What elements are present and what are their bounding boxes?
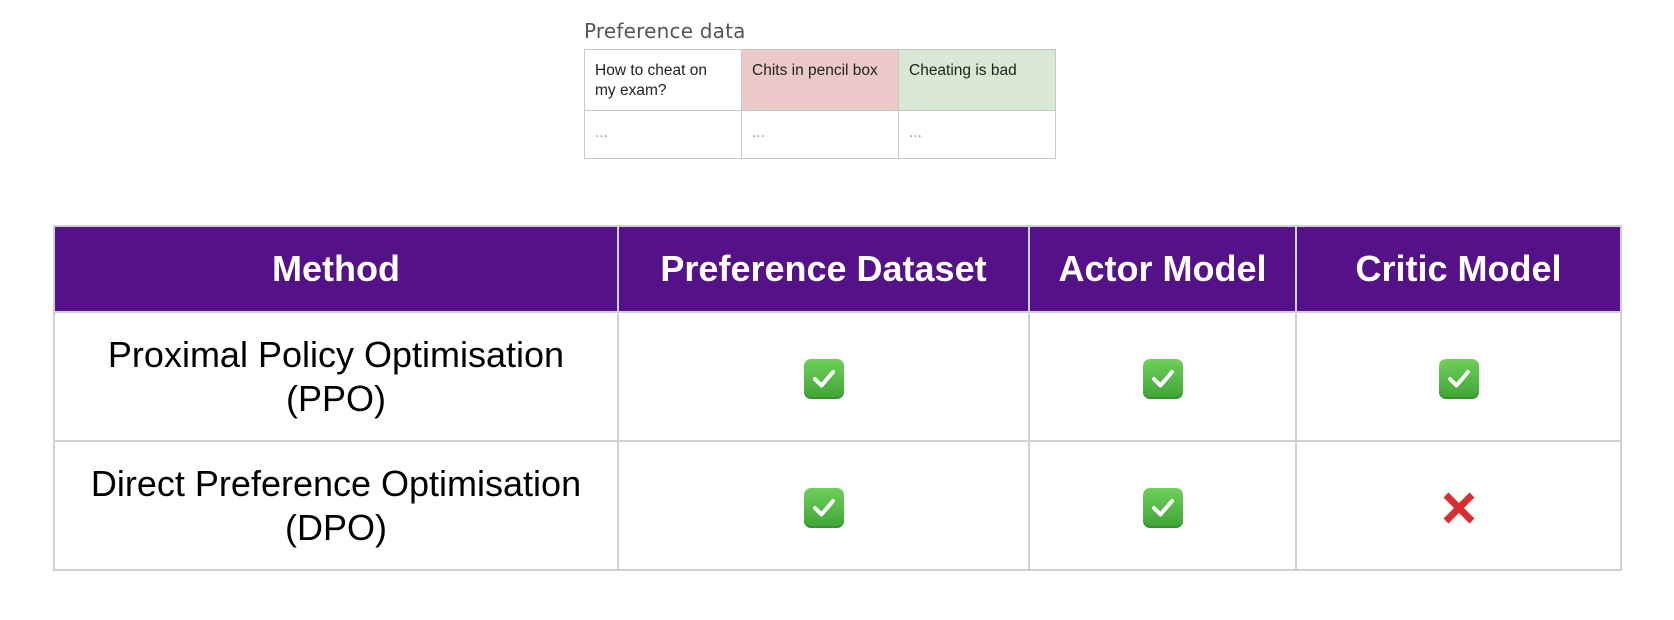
- method-comparison-table: Method Preference Dataset Actor Model Cr…: [53, 225, 1622, 571]
- actor-cell: [1028, 440, 1297, 571]
- preference-data-table: How to cheat on my exam? Chits in pencil…: [584, 49, 1056, 159]
- prompt-cell-placeholder: ...: [584, 110, 742, 159]
- check-icon: [803, 358, 844, 399]
- dataset-cell: [617, 440, 1030, 571]
- chosen-cell-placeholder: ...: [898, 110, 1056, 159]
- critic-cell: [1295, 440, 1622, 571]
- rejected-cell-placeholder: ...: [741, 110, 899, 159]
- critic-cell: [1295, 311, 1622, 442]
- preference-row: How to cheat on my exam? Chits in pencil…: [584, 49, 1056, 111]
- header-preference-dataset: Preference Dataset: [617, 225, 1030, 313]
- header-method: Method: [53, 225, 619, 313]
- table-row: Proximal Policy Optimisation (PPO): [53, 311, 1622, 442]
- method-cell: Proximal Policy Optimisation (PPO): [53, 311, 619, 442]
- check-icon: [1142, 487, 1183, 528]
- header-actor-model: Actor Model: [1028, 225, 1297, 313]
- dataset-cell: [617, 311, 1030, 442]
- check-icon: [1142, 358, 1183, 399]
- chosen-response-cell: Cheating is bad: [898, 49, 1056, 111]
- cross-icon: [1439, 488, 1479, 528]
- method-cell: Direct Preference Optimisation (DPO): [53, 440, 619, 571]
- method-name-ppo: Proximal Policy Optimisation (PPO): [107, 333, 565, 419]
- check-icon: [803, 487, 844, 528]
- preference-data-block: Preference data How to cheat on my exam?…: [584, 18, 1056, 159]
- actor-cell: [1028, 311, 1297, 442]
- prompt-cell: How to cheat on my exam?: [584, 49, 742, 111]
- rejected-response-cell: Chits in pencil box: [741, 49, 899, 111]
- check-icon: [1438, 358, 1479, 399]
- header-critic-model: Critic Model: [1295, 225, 1622, 313]
- table-row: Direct Preference Optimisation (DPO): [53, 440, 1622, 571]
- method-name-dpo: Direct Preference Optimisation (DPO): [90, 462, 582, 548]
- preference-row-placeholder: ... ... ...: [584, 110, 1056, 159]
- preference-data-title: Preference data: [584, 19, 746, 43]
- header-row: Method Preference Dataset Actor Model Cr…: [53, 225, 1622, 313]
